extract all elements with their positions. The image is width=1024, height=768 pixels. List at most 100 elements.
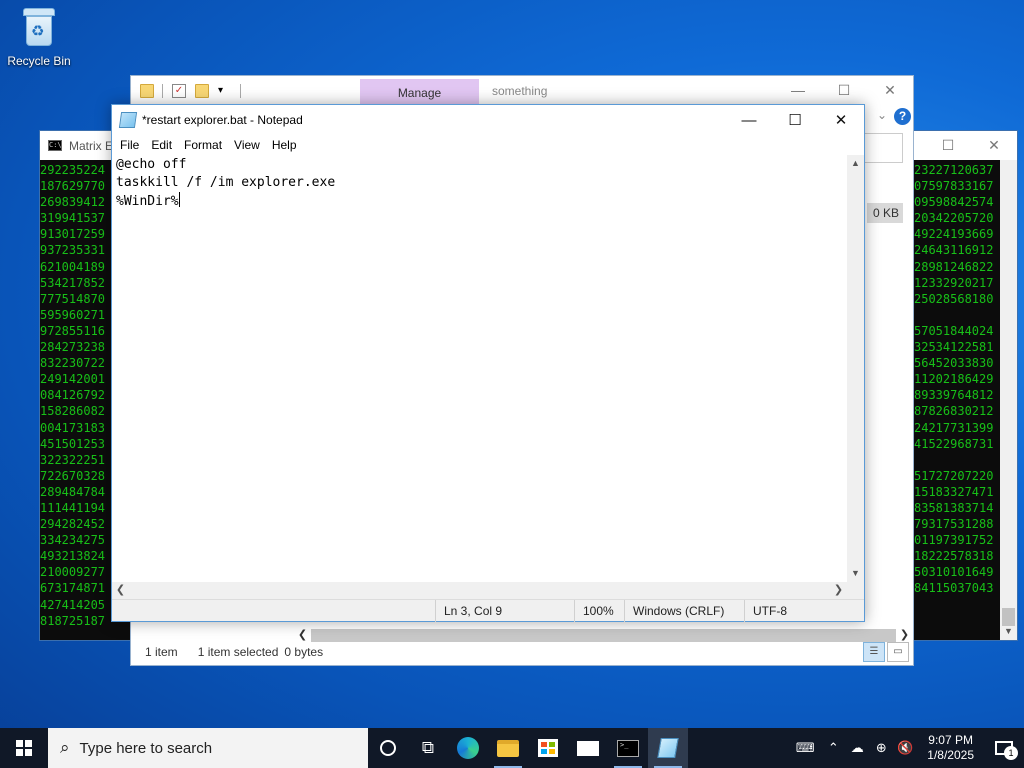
console-line: 20342205720 xyxy=(914,211,994,226)
mail-button[interactable] xyxy=(568,728,608,768)
task-view-icon: ⧉ xyxy=(421,738,435,757)
console-line: 937235331 xyxy=(40,243,106,258)
action-center-button[interactable]: 1 xyxy=(984,728,1024,768)
menu-file[interactable]: File xyxy=(114,138,145,152)
clock-date: 1/8/2025 xyxy=(927,748,974,762)
menu-edit[interactable]: Edit xyxy=(145,138,178,152)
console-close-icon[interactable]: ✕ xyxy=(971,131,1017,160)
recycle-bin-label: Recycle Bin xyxy=(7,54,71,68)
volume-muted-icon[interactable]: 🔇 xyxy=(893,740,917,756)
notepad-titlebar[interactable]: *restart explorer.bat - Notepad — ☐ ✕ xyxy=(112,105,864,135)
notepad-close-icon[interactable]: ✕ xyxy=(818,105,864,135)
console-scroll-down-icon[interactable]: ▼ xyxy=(1000,623,1017,640)
terminal-icon: >_ xyxy=(617,739,639,757)
taskbar-clock[interactable]: 9:07 PM 1/8/2025 xyxy=(917,733,984,763)
show-hidden-icons-icon[interactable]: ⌃ xyxy=(821,740,845,756)
quick-access-toolbar: ✓ ▾ Manage something — ☐ ✕ xyxy=(131,76,913,106)
explorer-close-icon[interactable]: ✕ xyxy=(867,76,913,104)
cortana-button[interactable] xyxy=(368,728,408,768)
store-icon xyxy=(538,739,558,757)
search-box-fragment[interactable] xyxy=(865,133,903,163)
console-line: 15183327471 xyxy=(914,484,994,499)
mail-icon xyxy=(577,740,599,756)
console-line: 722670328 xyxy=(40,468,106,483)
console-line: 493213824 xyxy=(40,549,106,564)
console-line: 289484784 xyxy=(40,484,106,499)
console-app-icon: C:\ xyxy=(48,140,62,151)
console-line: 83581383714 xyxy=(914,500,994,515)
notepad-window[interactable]: *restart explorer.bat - Notepad — ☐ ✕ Fi… xyxy=(111,104,865,622)
console-line: 913017259 xyxy=(40,227,106,242)
console-line: 595960271 xyxy=(40,307,106,322)
expand-ribbon-icon[interactable]: ⌄ xyxy=(877,108,887,122)
cursor-position: Ln 3, Col 9 xyxy=(435,600,574,622)
notepad-maximize-icon[interactable]: ☐ xyxy=(772,105,818,135)
console-vertical-scrollbar[interactable]: ▼ xyxy=(1000,160,1017,640)
console-line: 09598842574 xyxy=(914,195,994,210)
network-icon[interactable]: ⊕ xyxy=(869,740,893,756)
taskbar-search-box[interactable]: ⌕ Type here to search xyxy=(48,728,368,768)
encoding: UTF-8 xyxy=(744,600,865,622)
notepad-vertical-scrollbar[interactable]: ▲ ▼ xyxy=(847,155,864,582)
notepad-scroll-up-icon[interactable]: ▲ xyxy=(847,155,864,172)
text-line-current: %WinDir% xyxy=(116,192,180,209)
console-line: 187629770 xyxy=(40,179,106,194)
console-line: 673174871 xyxy=(40,581,106,596)
new-folder-icon[interactable] xyxy=(195,84,209,98)
console-line: 269839412 xyxy=(40,195,106,210)
notepad-icon xyxy=(657,738,679,758)
notification-badge: 1 xyxy=(1004,746,1018,760)
explorer-minimize-icon[interactable]: — xyxy=(775,76,821,104)
recycle-bin-shortcut[interactable]: ♻ Recycle Bin xyxy=(4,6,74,68)
properties-icon[interactable]: ✓ xyxy=(172,84,186,98)
edge-icon xyxy=(457,737,479,759)
notepad-taskbar-button[interactable] xyxy=(648,728,688,768)
line-ending: Windows (CRLF) xyxy=(624,600,744,622)
console-line: 158286082 xyxy=(40,404,106,419)
store-button[interactable] xyxy=(528,728,568,768)
onedrive-icon[interactable]: ☁ xyxy=(845,740,869,756)
file-explorer-button[interactable] xyxy=(488,728,528,768)
notepad-scroll-right-icon[interactable]: ❯ xyxy=(830,582,847,599)
console-maximize-icon[interactable]: ☐ xyxy=(925,131,971,160)
notepad-minimize-icon[interactable]: — xyxy=(726,105,772,135)
menu-format[interactable]: Format xyxy=(178,138,228,152)
notepad-app-icon xyxy=(118,112,138,128)
text-line: @echo off xyxy=(116,157,187,172)
console-line: 56452033830 xyxy=(914,356,994,371)
menu-help[interactable]: Help xyxy=(266,138,303,152)
menu-view[interactable]: View xyxy=(228,138,266,152)
help-icon[interactable]: ? xyxy=(894,108,911,125)
explorer-window-title: something xyxy=(492,84,548,98)
customize-toolbar-icon[interactable]: ▾ xyxy=(218,84,232,98)
notepad-scroll-down-icon[interactable]: ▼ xyxy=(847,565,864,582)
console-line: 210009277 xyxy=(40,565,106,580)
console-line: 084126792 xyxy=(40,388,106,403)
details-view-icon[interactable]: ☰ xyxy=(863,642,885,662)
system-tray: ⌨ ⌃ ☁ ⊕ 🔇 9:07 PM 1/8/2025 1 xyxy=(793,728,1024,768)
console-line: 621004189 xyxy=(40,259,106,274)
console-line: 534217852 xyxy=(40,275,106,290)
terminal-button[interactable]: >_ xyxy=(608,728,648,768)
manage-tab[interactable]: Manage xyxy=(360,79,479,106)
console-line: 84115037043 xyxy=(914,581,994,596)
task-view-button[interactable]: ⧉ xyxy=(408,728,448,768)
start-button[interactable] xyxy=(0,728,48,768)
console-output-left: 292235224 187629770 269839412 319941537 9130… xyxy=(40,162,116,629)
edge-button[interactable] xyxy=(448,728,488,768)
console-line: 832230722 xyxy=(40,356,106,371)
notepad-scroll-left-icon[interactable]: ❮ xyxy=(112,582,129,599)
file-size-cell: 0 KB xyxy=(867,203,903,223)
notepad-horizontal-scrollbar[interactable]: ❮ ❯ xyxy=(112,582,847,599)
console-line: 322322251 xyxy=(40,452,106,467)
console-line: 12332920217 xyxy=(914,275,994,290)
keyboard-icon[interactable]: ⌨ xyxy=(793,740,817,756)
large-icons-view-icon[interactable]: ▭ xyxy=(887,642,909,662)
console-line: 292235224 xyxy=(40,163,106,177)
console-line: 427414205 xyxy=(40,597,106,612)
notepad-text-area[interactable]: @echo off taskkill /f /im explorer.exe %Wi… xyxy=(112,155,847,582)
console-line: 23227120637 xyxy=(914,163,994,177)
explorer-maximize-icon[interactable]: ☐ xyxy=(821,76,867,104)
clock-time: 9:07 PM xyxy=(928,733,973,747)
